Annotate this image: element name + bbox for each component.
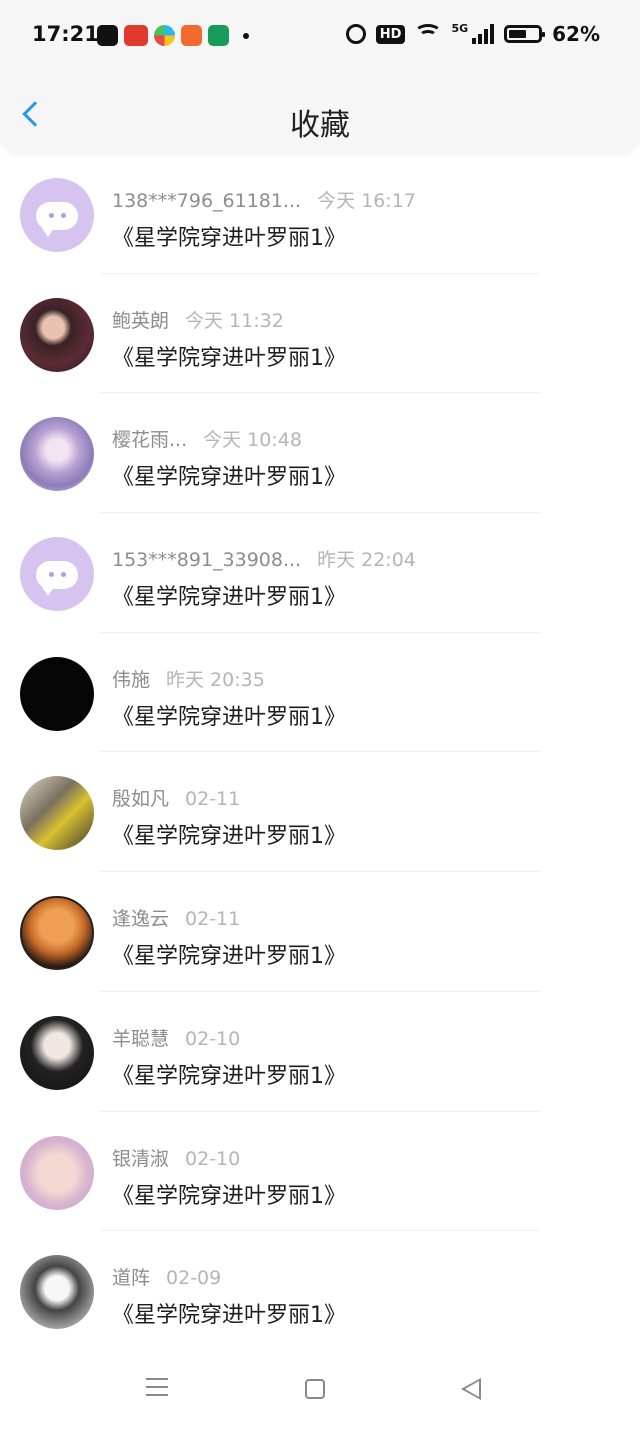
chat-bubble-icon [36,561,78,597]
battery-percent: 62% [552,22,600,46]
avatar[interactable] [20,1015,94,1090]
toutiao-notification-icon [124,25,148,46]
timestamp: 02-11 [185,788,241,811]
signal-icon [472,24,495,44]
book-title: 《星学院穿进叶罗丽1》 [112,465,346,491]
avatar[interactable] [20,656,94,731]
book-title: 《星学院穿进叶罗丽1》 [112,345,346,371]
menu-icon[interactable] [146,1378,168,1396]
user-name: 道阵 [112,1267,151,1290]
list-item[interactable]: 138***796_61181... 今天 16:17 《星学院穿进叶罗丽1》 [0,154,640,274]
favorites-list: 138***796_61181... 今天 16:17 《星学院穿进叶罗丽1》 鲍… [0,154,640,1351]
user-name: 138***796_61181... [112,190,302,212]
listen-app-notification-icon [181,25,202,46]
avatar[interactable] [20,1135,94,1210]
list-item[interactable]: 羊聪慧 02-10 《星学院穿进叶罗丽1》 [0,992,640,1112]
timestamp: 02-09 [166,1267,222,1290]
avatar[interactable] [20,776,94,851]
list-item[interactable]: 伟施 昨天 20:35 《星学院穿进叶罗丽1》 [0,633,640,753]
list-item[interactable]: 道阵 02-09 《星学院穿进叶罗丽1》 [0,1231,640,1351]
user-name: 银清淑 [112,1147,170,1170]
avatar[interactable] [20,537,94,612]
user-name: 殷如凡 [112,788,170,811]
avatar[interactable] [20,178,94,252]
timestamp: 昨天 20:35 [166,668,265,691]
system-icons: HD 5G 62% [345,21,600,46]
user-name: 153***891_33908... [112,549,302,572]
page-title: 收藏 [290,108,350,143]
user-name: 逢逸云 [112,908,170,931]
hd-icon: HD [375,24,406,44]
avatar[interactable] [20,417,94,492]
status-bar: 17:21 HD 5G 62% [0,0,640,74]
list-item[interactable]: 鲍英朗 今天 11:32 《星学院穿进叶罗丽1》 [0,274,640,394]
home-icon[interactable] [305,1379,325,1399]
list-item[interactable]: 樱花雨... 今天 10:48 《星学院穿进叶罗丽1》 [0,393,640,514]
book-title: 《星学院穿进叶罗丽1》 [112,226,346,251]
list-item[interactable]: 银清淑 02-10 《星学院穿进叶罗丽1》 [0,1112,640,1232]
timestamp: 今天 10:48 [203,429,302,452]
wifi-icon [414,24,443,44]
system-nav-bar [0,1350,640,1429]
timestamp: 今天 11:32 [185,309,284,332]
top-bar: 收藏 [0,74,640,154]
user-name: 伟施 [112,668,151,691]
timestamp: 今天 16:17 [317,190,416,212]
notification-icons [97,25,249,46]
avatar[interactable] [20,297,94,372]
list-item[interactable]: 逢逸云 02-11 《星学院穿进叶罗丽1》 [0,872,640,992]
timestamp: 02-11 [185,908,241,931]
network-type-label: 5G [451,21,469,35]
avatar[interactable] [20,1255,94,1330]
book-title: 《星学院穿进叶罗丽1》 [112,585,346,611]
book-title: 《星学院穿进叶罗丽1》 [112,944,346,970]
book-title: 《星学院穿进叶罗丽1》 [112,1063,346,1089]
back-triangle-icon[interactable] [461,1378,481,1400]
book-title: 《星学院穿进叶罗丽1》 [112,1303,346,1329]
oppo-notification-icon [208,25,229,46]
user-name: 鲍英朗 [112,309,170,332]
app-notification-icon [97,25,118,46]
battery-icon [504,25,546,43]
book-title: 《星学院穿进叶罗丽1》 [112,704,346,730]
avatar[interactable] [20,896,94,971]
book-title: 《星学院穿进叶罗丽1》 [112,824,346,850]
status-time: 17:21 [32,22,99,46]
user-name: 樱花雨... [112,429,188,452]
timestamp: 02-10 [185,1147,241,1170]
browser-notification-icon [154,25,175,46]
more-notifications-dot-icon [243,32,249,39]
list-item[interactable]: 153***891_33908... 昨天 22:04 《星学院穿进叶罗丽1》 [0,513,640,633]
list-item[interactable]: 殷如凡 02-11 《星学院穿进叶罗丽1》 [0,752,640,873]
book-title: 《星学院穿进叶罗丽1》 [112,1183,346,1209]
timestamp: 昨天 22:04 [317,549,416,572]
timestamp: 02-10 [185,1027,241,1050]
chat-bubble-icon [36,202,78,237]
alarm-icon [345,24,366,44]
user-name: 羊聪慧 [112,1027,170,1050]
